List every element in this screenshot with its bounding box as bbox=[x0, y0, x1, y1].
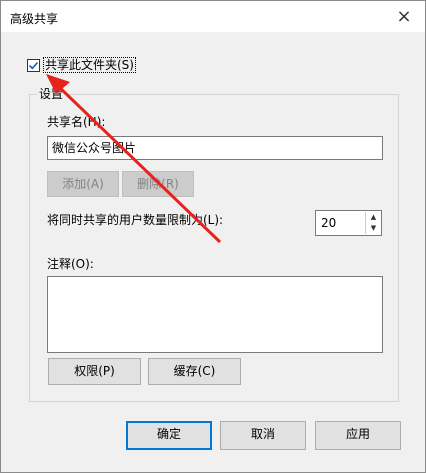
ok-button[interactable]: 确定 bbox=[126, 421, 212, 450]
title-bar: 高级共享 × bbox=[1, 1, 425, 32]
apply-button[interactable]: 应用 bbox=[315, 421, 401, 450]
user-limit-label: 将同时共享的用户数量限制为(L): bbox=[47, 213, 224, 227]
caching-button[interactable]: 缓存(C) bbox=[148, 358, 241, 385]
share-name-input[interactable]: 微信公众号图片 bbox=[47, 136, 383, 160]
spin-down-icon[interactable]: ▼ bbox=[365, 223, 381, 234]
checkbox-box[interactable] bbox=[27, 58, 40, 72]
user-limit-value[interactable]: 20 bbox=[321, 214, 336, 232]
advanced-sharing-dialog: 高级共享 × 共享此文件夹(S) 设置 共享名(H): 微信公众号图片 添加(A… bbox=[0, 0, 426, 473]
comment-label: 注释(O): bbox=[47, 257, 94, 271]
close-icon[interactable]: × bbox=[393, 6, 415, 28]
checkmark-icon bbox=[28, 61, 39, 69]
user-limit-stepper[interactable]: 20 ▲ ▼ bbox=[315, 210, 382, 236]
add-button[interactable]: 添加(A) bbox=[47, 171, 119, 197]
cancel-button[interactable]: 取消 bbox=[220, 421, 306, 450]
share-folder-checkbox[interactable]: 共享此文件夹(S) bbox=[27, 57, 136, 73]
settings-group-title: 设置 bbox=[37, 87, 66, 101]
permissions-button[interactable]: 权限(P) bbox=[48, 358, 141, 385]
comment-textarea[interactable] bbox=[47, 276, 383, 353]
share-name-label: 共享名(H): bbox=[47, 115, 106, 129]
remove-button[interactable]: 删除(R) bbox=[122, 171, 194, 197]
share-folder-label: 共享此文件夹(S) bbox=[43, 57, 136, 73]
dialog-title: 高级共享 bbox=[10, 12, 59, 26]
